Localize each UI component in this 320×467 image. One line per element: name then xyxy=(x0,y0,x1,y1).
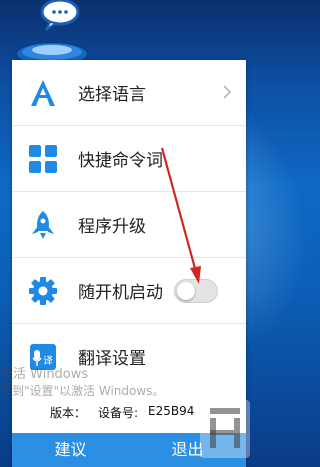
gear-icon xyxy=(29,277,57,305)
menu-item-shortcut-commands[interactable]: 快捷命令词 xyxy=(12,126,246,192)
toggle-knob xyxy=(177,282,195,300)
watermark-logo xyxy=(200,400,250,458)
chevron-right-icon[interactable] xyxy=(222,84,232,100)
device-id: E25B94 xyxy=(148,404,195,418)
menu-item-label: 快捷命令词 xyxy=(78,151,163,171)
autostart-toggle[interactable] xyxy=(174,279,218,303)
menu-item-label: 随开机启动 xyxy=(78,283,163,303)
letter-a-icon xyxy=(31,80,55,106)
menu-item-autostart: 随开机启动 xyxy=(12,258,246,324)
menu-item-select-language[interactable]: 选择语言 xyxy=(12,60,246,126)
menu-item-upgrade[interactable]: 程序升级 xyxy=(12,192,246,258)
grid-icon xyxy=(29,145,57,173)
rocket-icon xyxy=(32,211,54,239)
version-label: 版本： xyxy=(50,406,87,420)
menu-item-label: 选择语言 xyxy=(78,85,146,105)
app-mascot-icon xyxy=(15,0,88,64)
activate-windows-title: 激活 Windows xyxy=(0,367,89,382)
device-label: 设备号: xyxy=(98,406,139,420)
menu-item-label: 翻译设置 xyxy=(78,349,146,369)
menu-item-label: 程序升级 xyxy=(78,217,146,237)
suggest-button[interactable]: 建议 xyxy=(12,433,129,467)
activate-windows-subtitle: 转到"设置"以激活 Windows。 xyxy=(0,384,165,398)
